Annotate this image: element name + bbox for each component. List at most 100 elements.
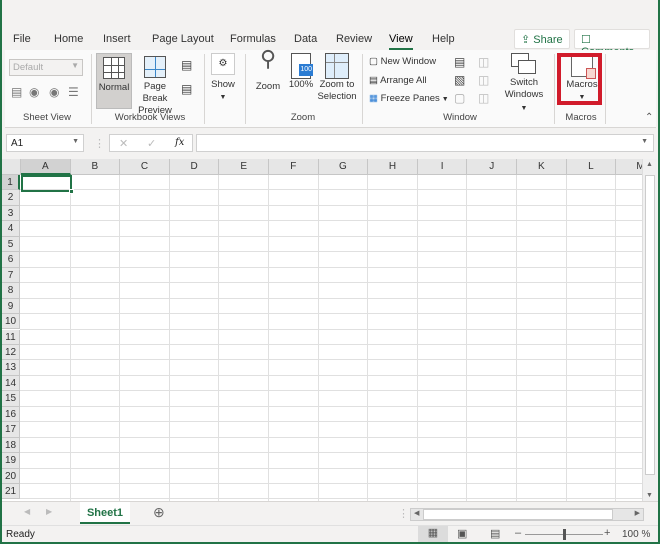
new-view-icon[interactable]: ◉	[49, 85, 59, 99]
column-header[interactable]: C	[120, 159, 170, 175]
row-header[interactable]: 11	[2, 329, 20, 345]
custom-views-icon[interactable]: ▤	[181, 82, 192, 96]
cancel-icon[interactable]: ✕	[119, 137, 128, 150]
synchronous-scrolling-icon[interactable]: ◫	[478, 73, 489, 87]
insert-function-icon[interactable]: fx	[175, 137, 184, 148]
active-cell[interactable]	[21, 175, 72, 192]
exit-view-icon[interactable]: ◉	[29, 85, 39, 99]
formula-bar-grip[interactable]: ⋮	[94, 137, 105, 150]
hide-icon[interactable]: ▧	[454, 73, 465, 87]
row-header[interactable]: 13	[2, 360, 20, 376]
column-header[interactable]: E	[219, 159, 269, 175]
column-header[interactable]: K	[517, 159, 567, 175]
row-header[interactable]: 3	[2, 205, 20, 222]
row-header[interactable]: 2	[2, 190, 20, 206]
column-header[interactable]: M	[616, 159, 642, 175]
new-window-button[interactable]: ▢ New Window	[369, 56, 436, 67]
scroll-right-icon[interactable]: ▶	[635, 509, 640, 517]
column-header[interactable]: G	[318, 159, 369, 175]
switch-windows-button[interactable]: Switch Windows ▼	[501, 53, 547, 115]
worksheet-grid[interactable]: A B C D E F G H I J K L M 1 2 3 4 5 6 7 8 9 10 11 12 13 14 15 16 17 18…	[2, 159, 642, 501]
scroll-down-icon[interactable]: ▼	[646, 492, 653, 499]
column-header[interactable]: B	[70, 159, 121, 175]
formula-input[interactable]: ▼	[196, 134, 654, 152]
scroll-up-icon[interactable]: ▲	[646, 161, 653, 168]
expand-formula-bar-icon[interactable]: ▼	[641, 138, 648, 145]
zoom-button[interactable]: ⚲ Zoom	[251, 48, 285, 93]
row-header[interactable]: 17	[2, 422, 20, 438]
row-header[interactable]: 1	[2, 175, 20, 191]
row-header[interactable]: 15	[2, 391, 20, 407]
row-header[interactable]: 12	[2, 344, 20, 361]
options-icon[interactable]: ☰	[68, 85, 79, 99]
column-header[interactable]: J	[467, 159, 517, 175]
fill-handle[interactable]	[69, 189, 74, 194]
row-header[interactable]: 10	[2, 314, 20, 330]
zoom-level[interactable]: 100 %	[622, 529, 650, 540]
tab-home[interactable]: Home	[54, 33, 83, 45]
scroll-sheets-right-icon[interactable]: ▶	[46, 507, 52, 516]
row-header[interactable]: 14	[2, 375, 20, 392]
row-header[interactable]: 20	[2, 468, 20, 484]
row-header[interactable]: 19	[2, 453, 20, 469]
name-box[interactable]: A1 ▼	[6, 134, 84, 152]
row-header[interactable]: 18	[2, 437, 20, 454]
zoom-slider-knob[interactable]	[563, 529, 566, 540]
show-button[interactable]: ⚙ Show ▼	[208, 53, 238, 104]
collapse-ribbon-icon[interactable]: ⌃	[645, 112, 653, 123]
comments-button[interactable]: ☐ Comments	[574, 29, 650, 58]
zoom-to-selection-button[interactable]: Zoom to Selection	[316, 53, 358, 103]
zoom-in-icon[interactable]: +	[604, 527, 610, 539]
column-header[interactable]: F	[269, 159, 319, 175]
reset-window-position-icon[interactable]: ◫	[478, 91, 489, 105]
row-header[interactable]: 4	[2, 221, 20, 237]
normal-view-button[interactable]: Normal	[96, 53, 132, 109]
row-header[interactable]: 6	[2, 252, 20, 268]
page-layout-icon[interactable]: ▤	[181, 58, 192, 72]
enter-icon[interactable]: ✓	[147, 137, 156, 150]
split-icon[interactable]: ▤	[454, 55, 465, 69]
horizontal-scroll-thumb[interactable]	[423, 509, 613, 520]
column-header[interactable]: H	[368, 159, 418, 175]
zoom-100-button[interactable]: 100 100%	[286, 53, 316, 91]
arrange-all-button[interactable]: ▤ Arrange All	[369, 75, 427, 86]
zoom-out-icon[interactable]: –	[515, 527, 521, 539]
tab-page-layout[interactable]: Page Layout	[152, 33, 214, 45]
sheet-tab[interactable]: Sheet1	[80, 502, 130, 524]
tab-formulas[interactable]: Formulas	[230, 33, 276, 45]
freeze-panes-button[interactable]: ▦ Freeze Panes ▼	[369, 93, 449, 104]
view-side-by-side-icon[interactable]: ◫	[478, 55, 489, 69]
new-sheet-icon[interactable]: ⊕	[153, 504, 165, 521]
scroll-left-icon[interactable]: ◀	[414, 509, 419, 517]
row-header[interactable]: 21	[2, 484, 20, 500]
page-layout-view-icon[interactable]: ▣	[457, 527, 467, 540]
tab-view[interactable]: View	[389, 33, 413, 50]
column-header[interactable]: L	[566, 159, 617, 175]
column-header[interactable]: D	[169, 159, 220, 175]
column-header[interactable]: I	[417, 159, 468, 175]
row-header[interactable]: 16	[2, 406, 20, 423]
row-header[interactable]: 9	[2, 298, 20, 315]
keep-icon[interactable]: ▤	[11, 85, 22, 99]
vertical-scroll-thumb[interactable]	[645, 175, 655, 475]
normal-view-icon[interactable]: ▦	[418, 526, 448, 542]
vertical-scrollbar[interactable]: ▲ ▼	[642, 159, 657, 501]
row-header[interactable]: 8	[2, 283, 20, 299]
column-header[interactable]: A	[21, 159, 71, 175]
select-all-corner[interactable]	[2, 159, 21, 175]
page-break-preview-button[interactable]: Page Break Preview	[132, 53, 178, 117]
tab-data[interactable]: Data	[294, 33, 317, 45]
tab-file[interactable]: File	[13, 33, 31, 45]
row-header[interactable]: 5	[2, 236, 20, 253]
tab-insert[interactable]: Insert	[103, 33, 131, 45]
tab-help[interactable]: Help	[432, 33, 455, 45]
scroll-sheets-left-icon[interactable]: ◀	[24, 507, 30, 516]
page-break-view-icon[interactable]: ▤	[490, 527, 500, 540]
tab-review[interactable]: Review	[336, 33, 372, 45]
row-header[interactable]: 7	[2, 267, 20, 284]
horizontal-scrollbar[interactable]: ◀ ▶	[410, 508, 644, 521]
share-button[interactable]: ⇪ Share	[514, 29, 570, 49]
tab-split-grip[interactable]: ⋮	[398, 507, 409, 520]
sheet-view-dropdown[interactable]: Default ▼	[9, 59, 83, 76]
unhide-icon[interactable]: ▢	[454, 91, 465, 105]
